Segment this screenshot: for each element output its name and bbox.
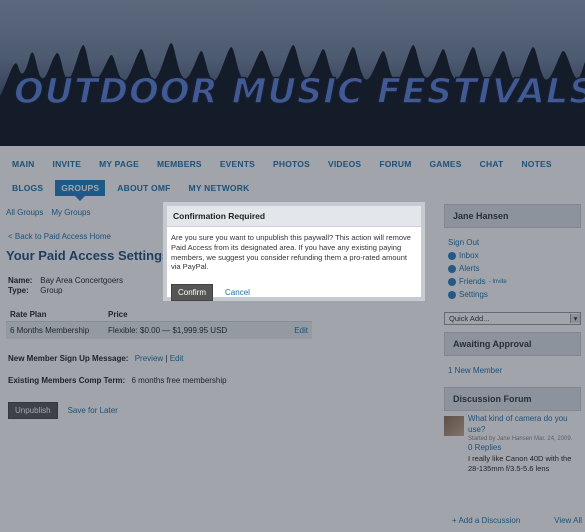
confirm-button[interactable]: Confirm <box>171 284 214 301</box>
confirmation-dialog: Confirmation Required Are you sure you w… <box>163 202 425 301</box>
dialog-title: Confirmation Required <box>167 206 421 227</box>
dialog-actions: Confirm Cancel <box>171 284 250 301</box>
dialog-message: Are you sure you want to unpublish this … <box>171 233 411 272</box>
cancel-link[interactable]: Cancel <box>225 288 250 297</box>
